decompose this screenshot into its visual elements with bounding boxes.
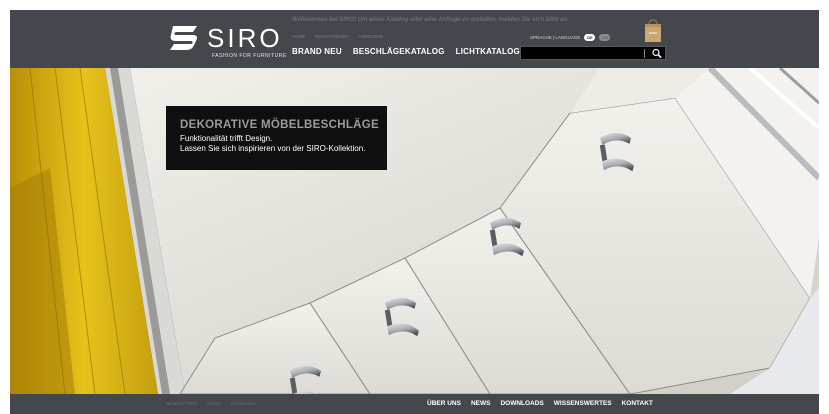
footer-nav-kontakt[interactable]: KONTAKT: [622, 400, 653, 407]
footer-nav-downloads[interactable]: DOWNLOADS: [500, 400, 543, 407]
language-switcher: SPRACHE | LANGUAGE DE EN: [530, 34, 611, 41]
welcome-message: Willkommen bei SIRO! Um einen Katalog od…: [292, 17, 569, 23]
logo-wordmark: SIRO: [207, 23, 283, 53]
nav-brand-neu[interactable]: BRAND NEU: [292, 47, 342, 56]
siro-logo[interactable]: SIRO FASHION FOR FURNITURE: [167, 23, 297, 63]
search-divider: [644, 49, 645, 58]
footer-nav-wissenswertes[interactable]: WISSENSWERTES: [554, 400, 612, 407]
footer-social-links: NEWSLETTER VIDEO FACEBOOK: [166, 401, 256, 406]
top-utility-nav: HOME REGISTRIEREN ANMELDEN: [292, 34, 391, 39]
topnav-login-link[interactable]: ANMELDEN: [358, 34, 383, 39]
language-de-button[interactable]: DE: [584, 34, 596, 41]
siro-s-logo-icon: [170, 26, 197, 50]
language-en-button[interactable]: EN: [599, 34, 611, 41]
site-header: SIRO FASHION FOR FURNITURE Willkommen be…: [10, 10, 819, 68]
shopping-bag-icon[interactable]: [637, 19, 669, 43]
hero-image: [10, 68, 819, 394]
main-nav: BRAND NEU BESCHLÄGEKATALOG LICHTKATALOG: [292, 47, 520, 56]
nav-beschlaegekatalog[interactable]: BESCHLÄGEKATALOG: [353, 47, 445, 56]
site-footer: NEWSLETTER VIDEO FACEBOOK ÜBER UNS NEWS …: [10, 394, 819, 414]
footer-newsletter-link[interactable]: NEWSLETTER: [166, 401, 197, 406]
hero-banner[interactable]: DEKORATIVE MÖBELBESCHLÄGE Funktionalität…: [10, 68, 819, 394]
promo-box: DEKORATIVE MÖBELBESCHLÄGE Funktionalität…: [166, 106, 387, 170]
search-input[interactable]: [524, 48, 642, 59]
footer-facebook-link[interactable]: FACEBOOK: [231, 401, 256, 406]
search-box: [520, 46, 666, 60]
footer-nav-ueber-uns[interactable]: ÜBER UNS: [427, 400, 461, 407]
footer-nav: ÜBER UNS NEWS DOWNLOADS WISSENSWERTES KO…: [427, 400, 653, 407]
promo-line-2: Lassen Sie sich inspirieren von der SIRO…: [180, 144, 366, 153]
footer-nav-news[interactable]: NEWS: [471, 400, 491, 407]
magnifier-icon[interactable]: [651, 48, 663, 59]
logo-tagline: FASHION FOR FURNITURE: [212, 53, 287, 59]
topnav-home-link[interactable]: HOME: [292, 34, 306, 39]
nav-lichtkatalog[interactable]: LICHTKATALOG: [456, 47, 520, 56]
promo-title: DEKORATIVE MÖBELBESCHLÄGE: [180, 119, 379, 131]
topnav-register-link[interactable]: REGISTRIEREN: [315, 34, 349, 39]
page: SIRO FASHION FOR FURNITURE Willkommen be…: [10, 10, 819, 414]
promo-line-1: Funktionalität trifft Design.: [180, 134, 273, 143]
language-label: SPRACHE | LANGUAGE: [530, 35, 581, 40]
footer-video-link[interactable]: VIDEO: [207, 401, 221, 406]
